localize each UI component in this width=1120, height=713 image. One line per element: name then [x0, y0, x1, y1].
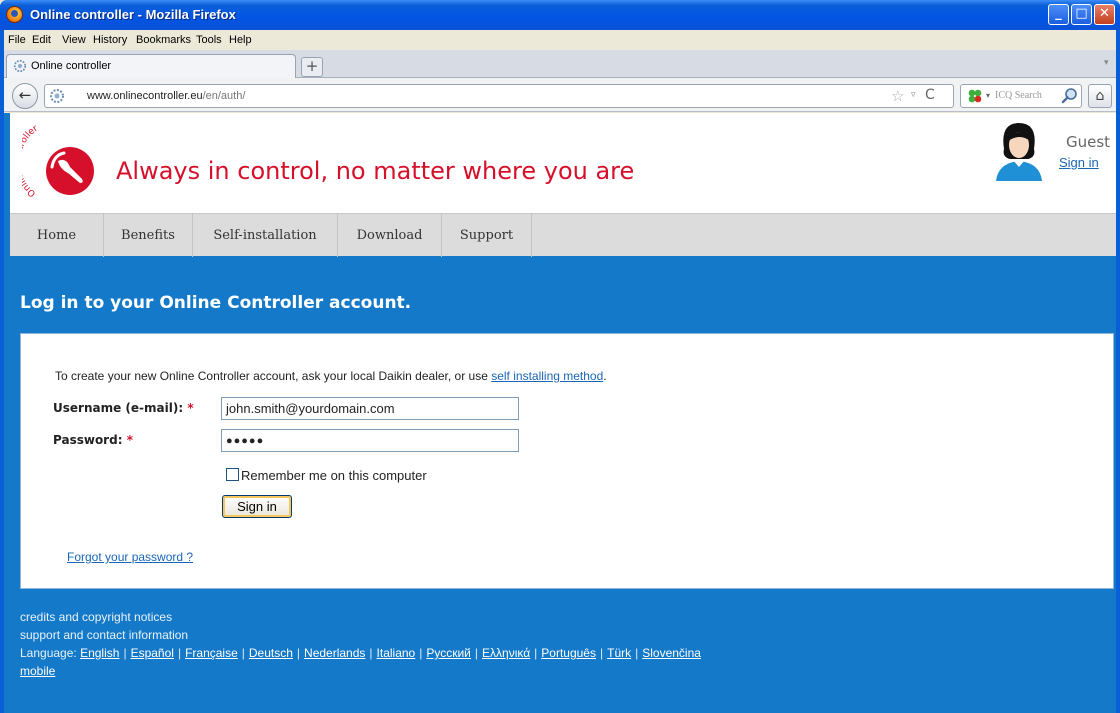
header-sign-in-link[interactable]: Sign in [1059, 155, 1099, 170]
site-tagline: Always in control, no matter where you a… [116, 157, 635, 185]
firefox-icon [6, 6, 23, 23]
lang-italiano[interactable]: Italiano [377, 646, 416, 660]
menu-file[interactable]: File [8, 34, 26, 46]
lang-slovencina[interactable]: Slovenčina [642, 646, 701, 660]
menu-bookmarks[interactable]: Bookmarks [136, 34, 191, 46]
bookmark-star-icon[interactable]: ☆ [891, 87, 904, 105]
password-label: Password: * [53, 433, 133, 447]
remember-me-label[interactable]: Remember me on this computer [241, 468, 427, 483]
icq-clover-icon[interactable] [967, 88, 983, 104]
maximize-button[interactable]: □ [1071, 4, 1092, 25]
new-tab-button[interactable]: + [301, 57, 323, 77]
site-navigation: Home Benefits Self-installation Download… [10, 213, 1116, 257]
guest-avatar-icon [996, 123, 1042, 181]
title-bar: Online controller - Mozilla Firefox _ □ … [0, 0, 1120, 30]
url-text: www.onlinecontroller.eu/en/auth/ [87, 90, 246, 102]
lang-russian[interactable]: Русский [426, 646, 471, 660]
tab-label: Online controller [31, 60, 112, 72]
url-history-dropdown-icon[interactable]: ▿ [911, 90, 916, 100]
search-engine-dropdown-icon[interactable]: ▾ [986, 91, 990, 100]
tab-online-controller[interactable]: Online controller [6, 54, 296, 78]
lang-deutsch[interactable]: Deutsch [249, 646, 293, 660]
nav-self-installation[interactable]: Self-installation [193, 214, 338, 257]
intro-text: To create your new Online Controller acc… [55, 369, 607, 383]
lang-nederlands[interactable]: Nederlands [304, 646, 365, 660]
lang-francaise[interactable]: Française [185, 646, 238, 660]
language-selector: Language: English | Español | Française | Deut… [20, 646, 701, 660]
remember-me-checkbox[interactable] [226, 468, 239, 481]
site-header: Online controller Always in control, no … [10, 113, 1116, 213]
password-input[interactable]: ●●●●● [221, 429, 519, 452]
site-identity-icon[interactable] [49, 88, 65, 104]
mobile-link[interactable]: mobile [20, 664, 55, 678]
home-button[interactable]: ⌂ [1088, 84, 1112, 108]
menu-view[interactable]: View [62, 34, 86, 46]
search-bar[interactable]: ▾ ICQ Search [960, 84, 1082, 108]
lang-greek[interactable]: Ελληνικά [482, 646, 530, 660]
nav-download[interactable]: Download [338, 214, 442, 257]
url-bar[interactable]: www.onlinecontroller.eu/en/auth/ ☆ ▿ C [44, 84, 954, 108]
minimize-button[interactable]: _ [1048, 4, 1069, 25]
window-title: Online controller - Mozilla Firefox [30, 7, 236, 22]
username-input[interactable]: john.smith@yourdomain.com [221, 397, 519, 420]
self-installing-link[interactable]: self installing method [491, 369, 603, 383]
menu-edit[interactable]: Edit [32, 34, 51, 46]
magnifier-icon[interactable] [1061, 87, 1079, 105]
browser-client: File Edit View History Bookmarks Tools H… [4, 30, 1116, 713]
navigation-toolbar: ← www.onlinecontroller.eu/en/auth/ ☆ ▿ C… [4, 78, 1116, 112]
nav-benefits[interactable]: Benefits [104, 214, 193, 257]
support-link[interactable]: support and contact information [20, 626, 701, 644]
online-controller-logo[interactable]: Online controller [22, 119, 112, 199]
site-footer: credits and copyright notices support an… [20, 608, 701, 680]
lang-turk[interactable]: Türk [607, 646, 631, 660]
menu-history[interactable]: History [93, 34, 127, 46]
username-label: Username (e-mail): * [53, 401, 194, 415]
language-label: Language: [20, 646, 77, 660]
menu-tools[interactable]: Tools [196, 34, 222, 46]
lang-english[interactable]: English [80, 646, 119, 660]
close-button[interactable]: ✕ [1094, 4, 1115, 25]
tab-strip: Online controller + ▾ [4, 50, 1116, 78]
web-page: Online controller Always in control, no … [4, 113, 1116, 713]
site-favicon-icon [13, 59, 27, 73]
browser-window: Online controller - Mozilla Firefox _ □ … [0, 0, 1120, 713]
back-button[interactable]: ← [12, 83, 38, 109]
guest-label: Guest [1066, 133, 1111, 151]
forgot-password-link[interactable]: Forgot your password ? [67, 550, 193, 564]
menu-bar: File Edit View History Bookmarks Tools H… [4, 30, 1116, 50]
menu-help[interactable]: Help [229, 34, 252, 46]
credits-link[interactable]: credits and copyright notices [20, 608, 701, 626]
lang-portugues[interactable]: Português [541, 646, 596, 660]
tab-list-icon[interactable]: ▾ [1104, 58, 1109, 68]
nav-home[interactable]: Home [10, 214, 104, 257]
search-input[interactable]: ICQ Search [995, 90, 1059, 101]
page-title: Log in to your Online Controller account… [20, 293, 412, 313]
login-panel: To create your new Online Controller acc… [20, 333, 1114, 589]
sign-in-button[interactable]: Sign in [222, 495, 292, 518]
nav-support[interactable]: Support [442, 214, 532, 257]
reload-button[interactable]: C [925, 87, 935, 103]
svg-text:Online controller: Online controller [22, 124, 40, 199]
lang-espanol[interactable]: Español [131, 646, 174, 660]
